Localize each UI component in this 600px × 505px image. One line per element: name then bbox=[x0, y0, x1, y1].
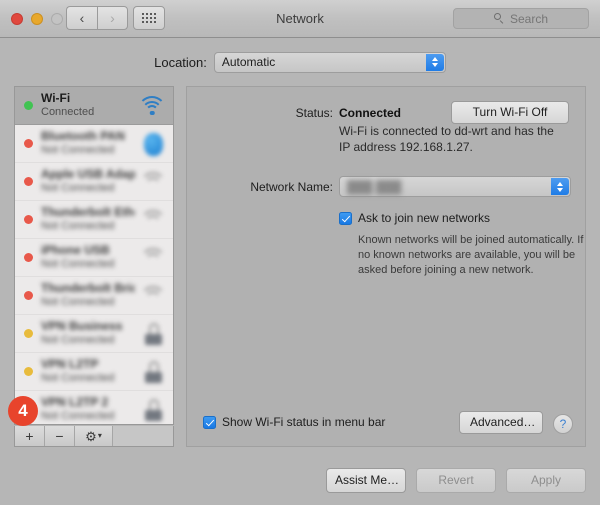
network-preferences-window: ‹ › Network Search Location: Automatic W… bbox=[0, 0, 600, 505]
help-button[interactable]: ? bbox=[553, 414, 573, 434]
ask-to-join-row[interactable]: Ask to join new networks bbox=[339, 211, 490, 225]
status-description: Wi-Fi is connected to dd-wrt and has the… bbox=[339, 124, 554, 154]
status-dot-red bbox=[24, 291, 33, 300]
network-name-row: Network Name: ███ ███ bbox=[187, 176, 585, 197]
service-text: Thunderbolt EthernetNot Connected bbox=[41, 206, 135, 232]
service-text: Wi-Fi Connected bbox=[41, 92, 133, 118]
service-text: VPN L2TP Not Connected bbox=[41, 358, 135, 384]
status-label: Status: bbox=[295, 106, 333, 120]
turn-wifi-off-button[interactable]: Turn Wi-Fi Off bbox=[451, 101, 569, 124]
status-dot-red bbox=[24, 215, 33, 224]
ask-to-join-checkbox[interactable] bbox=[339, 211, 352, 225]
service-name: Bluetooth PAN bbox=[41, 130, 125, 144]
status-dot-red bbox=[24, 253, 33, 262]
service-list-item[interactable]: Apple USB AdapterNot Connected bbox=[15, 163, 173, 201]
wifi-detail-panel: Status: Connected Turn Wi-Fi Off Wi-Fi i… bbox=[186, 86, 586, 447]
apply-button: Apply bbox=[506, 468, 586, 493]
wifi-arcs-icon bbox=[140, 208, 166, 232]
service-status: Not Connected bbox=[41, 372, 115, 385]
search-icon bbox=[493, 13, 505, 24]
service-list-toolbar: + − ⚙ ▾ bbox=[14, 426, 174, 447]
location-label: Location: bbox=[154, 54, 207, 70]
minus-icon: − bbox=[55, 428, 64, 444]
show-wifi-status-label: Show Wi-Fi status in menu bar bbox=[222, 415, 386, 429]
status-dot-green bbox=[24, 101, 33, 110]
service-text: Thunderbolt BridgeNot Connected bbox=[41, 282, 135, 308]
search-input[interactable]: Search bbox=[453, 8, 589, 29]
service-text: Apple USB AdapterNot Connected bbox=[41, 168, 135, 194]
service-status: Connected bbox=[41, 106, 95, 119]
add-service-button[interactable]: + bbox=[15, 426, 45, 446]
service-name: VPN L2TP bbox=[41, 358, 99, 372]
service-actions-button[interactable]: ⚙ ▾ bbox=[75, 426, 113, 446]
advanced-button[interactable]: Advanced… bbox=[459, 411, 543, 434]
service-status: Not Connected bbox=[41, 296, 115, 309]
lock-icon bbox=[141, 322, 165, 346]
ask-to-join-description: Known networks will be joined automatica… bbox=[358, 234, 584, 276]
ask-to-join-label: Ask to join new networks bbox=[358, 211, 491, 225]
service-text: VPN Business Not Connected bbox=[41, 320, 135, 346]
service-list-item[interactable]: Wi-Fi Connected bbox=[15, 87, 173, 125]
service-list-item[interactable]: VPN Business Not Connected bbox=[15, 315, 173, 353]
service-text: Bluetooth PAN Not Connected bbox=[41, 130, 135, 156]
status-dot-red bbox=[24, 139, 33, 148]
location-value: Automatic bbox=[221, 55, 276, 69]
toolbar-filler bbox=[113, 426, 173, 446]
lock-icon bbox=[141, 360, 165, 384]
plus-icon: + bbox=[25, 428, 34, 444]
service-name: Thunderbolt Ethernet bbox=[41, 206, 135, 220]
service-status: Not Connected bbox=[41, 220, 115, 233]
location-popup-button[interactable]: Automatic bbox=[213, 51, 446, 73]
service-status: Not Connected bbox=[41, 258, 115, 271]
network-service-list[interactable]: Wi-Fi Connected Bluetooth PAN Not Connected… bbox=[14, 86, 174, 425]
wifi-arcs-icon bbox=[140, 170, 166, 194]
status-dot-yellow bbox=[24, 329, 33, 338]
search-placeholder: Search bbox=[509, 11, 549, 26]
status-dot-yellow bbox=[24, 367, 33, 376]
network-name-value: ███ ███ bbox=[347, 179, 402, 194]
service-list-item[interactable]: Bluetooth PAN Not Connected bbox=[15, 125, 173, 163]
network-name-popup-button[interactable]: ███ ███ bbox=[339, 176, 571, 197]
status-value: Connected bbox=[339, 106, 402, 120]
service-status: Not Connected bbox=[41, 144, 115, 157]
service-name: iPhone USB bbox=[41, 244, 110, 258]
service-list-item[interactable]: Thunderbolt BridgeNot Connected bbox=[15, 277, 173, 315]
wifi-arcs-icon bbox=[140, 284, 166, 308]
gear-icon: ⚙ bbox=[85, 428, 97, 444]
popup-arrows-icon bbox=[551, 178, 569, 195]
service-name: Apple USB Adapter bbox=[41, 168, 135, 182]
service-text: VPN L2TP 2 Not Connected bbox=[41, 396, 135, 422]
service-text: iPhone USB Not Connected bbox=[41, 244, 135, 270]
assist-me-button[interactable]: Assist Me… bbox=[326, 468, 406, 493]
remove-service-button[interactable]: − bbox=[45, 426, 75, 446]
service-list-item[interactable]: VPN L2TP 2 Not Connected bbox=[15, 391, 173, 424]
status-dot-red bbox=[24, 177, 33, 186]
network-name-label: Network Name: bbox=[250, 179, 333, 194]
service-name: Thunderbolt Bridge bbox=[41, 282, 135, 296]
service-name: Wi-Fi bbox=[41, 92, 71, 106]
step-badge-4: 4 bbox=[8, 396, 38, 426]
service-list-item[interactable]: VPN L2TP Not Connected bbox=[15, 353, 173, 391]
wifi-arcs-icon bbox=[140, 246, 166, 270]
show-wifi-status-checkbox[interactable] bbox=[203, 415, 216, 429]
lock-icon bbox=[141, 398, 165, 422]
popup-arrows-icon bbox=[425, 53, 444, 71]
wifi-icon bbox=[137, 96, 167, 115]
service-list-item[interactable]: iPhone USB Not Connected bbox=[15, 239, 173, 277]
show-wifi-status-row[interactable]: Show Wi-Fi status in menu bar bbox=[203, 415, 385, 429]
service-status: Not Connected bbox=[41, 410, 115, 423]
location-row: Location: Automatic bbox=[0, 48, 600, 76]
service-list-item[interactable]: Thunderbolt EthernetNot Connected bbox=[15, 201, 173, 239]
footer-buttons: Assist Me… Revert Apply bbox=[326, 468, 586, 493]
revert-button: Revert bbox=[416, 468, 496, 493]
service-status: Not Connected bbox=[41, 182, 115, 195]
service-name: VPN Business bbox=[41, 320, 123, 334]
title-bar: ‹ › Network Search bbox=[0, 0, 600, 38]
service-status: Not Connected bbox=[41, 334, 115, 347]
service-name: VPN L2TP 2 bbox=[41, 396, 109, 410]
bluetooth-icon bbox=[141, 132, 165, 156]
chevron-down-icon: ▾ bbox=[97, 431, 102, 440]
